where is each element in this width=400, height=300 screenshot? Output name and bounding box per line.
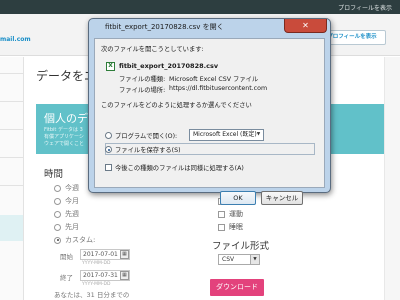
download-button[interactable]: ダウンロード	[210, 279, 264, 296]
radio-button-selected[interactable]	[105, 146, 112, 153]
chevron-down-icon[interactable]: ▼	[254, 130, 263, 140]
date-format-hint: YYYY-MM-DD	[82, 261, 111, 266]
time-option-this-month[interactable]: 今月	[54, 196, 79, 206]
excel-file-icon	[106, 61, 115, 71]
chevron-down-icon[interactable]: ▼	[250, 255, 259, 264]
radio-button[interactable]	[54, 223, 61, 231]
notice-text: ウェアで開くこと	[44, 141, 85, 147]
select-value: CSV	[222, 256, 235, 263]
radio-label: 今週	[65, 184, 79, 192]
radio-label: ファイルを保存する(S)	[115, 147, 181, 154]
time-section-title: 時間	[44, 169, 64, 180]
checkbox-label: 今後この種類のファイルは同様に処理する(A)	[115, 165, 244, 172]
start-date-label: 開始	[60, 253, 73, 261]
file-type-label: ファイルの種類:	[119, 76, 166, 83]
radio-button[interactable]	[105, 132, 112, 139]
data-type-activity[interactable]: 運動	[218, 209, 243, 219]
radio-button-selected[interactable]	[54, 236, 61, 244]
checkbox-label: 運動	[229, 210, 243, 218]
file-type-value: Microsoft Excel CSV ファイル	[169, 76, 259, 83]
radio-button[interactable]	[54, 197, 61, 205]
remember-choice-option[interactable]: 今後この種類のファイルは同様に処理する(A)	[105, 163, 244, 172]
question-text: このファイルをどのように処理するか選んでください	[101, 102, 252, 109]
file-location-value: https://dl.fitbitusercontent.com	[169, 85, 268, 92]
radio-label: 先週	[65, 210, 79, 218]
end-date-label: 終了	[60, 274, 73, 282]
radio-label: 今月	[65, 197, 79, 205]
topbar-link[interactable]: プロフィールを表示	[338, 3, 392, 12]
save-file-option[interactable]: ファイルを保存する(S)	[105, 145, 181, 154]
sidebar-divider	[0, 185, 23, 186]
select-value: Microsoft Excel (既定)	[193, 131, 257, 138]
account-email: mail.com	[0, 36, 31, 43]
sidebar-divider	[0, 101, 23, 102]
radio-label: カスタム:	[65, 236, 96, 244]
ok-button[interactable]: OK	[220, 191, 256, 205]
left-sidebar	[0, 57, 24, 300]
notice-text: 有償アプリケーシ	[44, 134, 84, 140]
file-format-title: ファイル形式	[212, 241, 270, 252]
sidebar-divider	[0, 157, 23, 158]
open-with-option[interactable]: プログラムで開く(O):	[105, 131, 177, 140]
checkbox-label: 睡眠	[229, 223, 243, 231]
radio-button[interactable]	[54, 184, 61, 192]
radio-label: プログラムで開く(O):	[115, 133, 178, 140]
checkbox[interactable]	[105, 164, 112, 171]
file-name: fitbit_export_20170828.csv	[119, 62, 219, 70]
radio-button[interactable]	[54, 210, 61, 218]
range-footnote: あなたは、31 日分までの	[54, 291, 130, 299]
notice-text: Fitbit データは 3	[44, 127, 83, 133]
date-format-hint: YYYY-MM-DD	[82, 282, 111, 287]
application-select[interactable]: Microsoft Excel (既定) ▼	[189, 129, 264, 141]
file-open-dialog: fitbit_export_20170828.csv を開く ✕ 次のファイルを…	[88, 18, 331, 205]
opening-text: 次のファイルを開こうとしています:	[101, 46, 204, 53]
calendar-icon[interactable]: ▦	[120, 250, 129, 259]
right-gutter	[384, 57, 400, 300]
dialog-title: fitbit_export_20170828.csv を開く	[105, 23, 224, 31]
close-button[interactable]: ✕	[284, 19, 327, 33]
file-format-select[interactable]: CSV ▼	[218, 254, 260, 265]
sidebar-divider	[0, 129, 23, 130]
cancel-button[interactable]: キャンセル	[261, 191, 303, 205]
time-option-last-week[interactable]: 先週	[54, 209, 79, 219]
sidebar-divider	[0, 73, 23, 74]
calendar-icon[interactable]: ▦	[120, 271, 129, 280]
checkbox[interactable]	[218, 210, 225, 218]
top-navigation-bar: プロフィールを表示	[0, 0, 400, 14]
file-location-label: ファイルの場所:	[119, 87, 166, 94]
time-option-custom[interactable]: カスタム:	[54, 235, 95, 245]
radio-label: 先月	[65, 223, 79, 231]
checkbox[interactable]	[218, 223, 225, 231]
dialog-body: 次のファイルを開こうとしています: fitbit_export_20170828…	[94, 38, 325, 205]
time-option-last-month[interactable]: 先月	[54, 222, 79, 232]
data-type-sleep[interactable]: 睡眠	[218, 222, 243, 232]
time-option-this-week[interactable]: 今週	[54, 183, 79, 193]
sidebar-item-active[interactable]	[0, 215, 23, 241]
